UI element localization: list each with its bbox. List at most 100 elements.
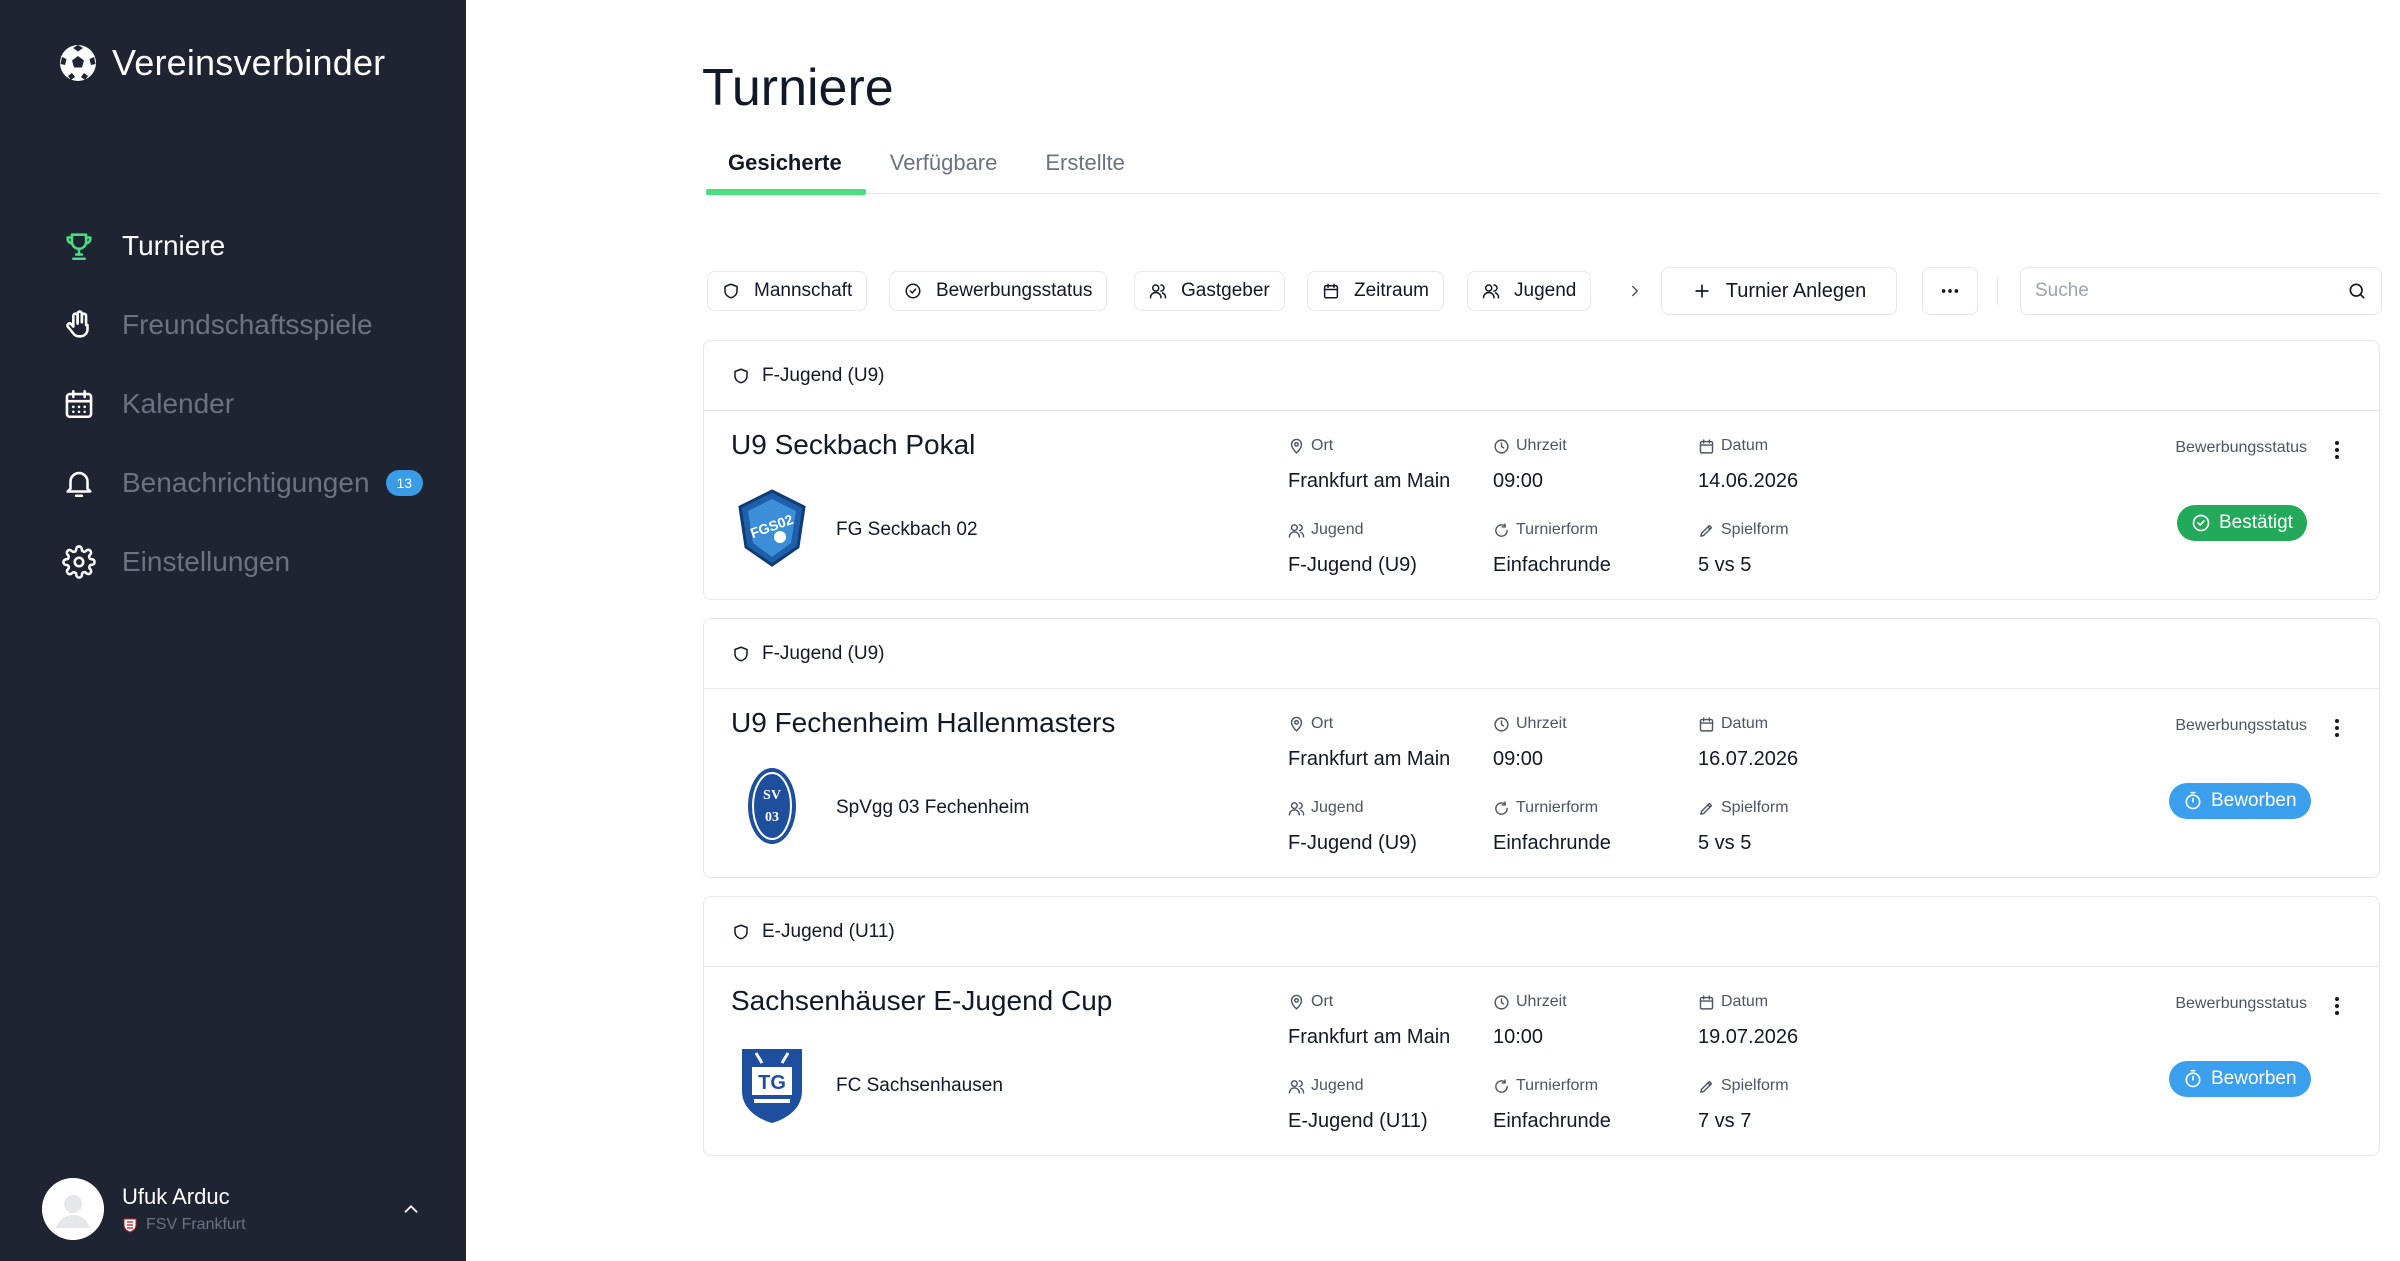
sidebar-item-label: Einstellungen: [122, 545, 291, 577]
field-uhrzeit: Uhrzeit 09:00: [1493, 714, 1567, 771]
turnierform-label: Turnierform: [1516, 521, 1599, 538]
tournament-title[interactable]: Sachsenhäuser E-Jugend Cup: [731, 985, 1112, 1017]
more-options-button[interactable]: [1922, 267, 1978, 315]
users-icon: [1288, 801, 1305, 816]
host-club-name: FG Seckbach 02: [836, 519, 978, 540]
user-placeholder-icon: [42, 1178, 104, 1240]
filter-bewerbungsstatus[interactable]: Bewerbungsstatus: [889, 271, 1108, 311]
search-input[interactable]: [2035, 280, 2347, 302]
field-ort: Ort Frankfurt am Main: [1288, 714, 1450, 771]
tournament-card[interactable]: E-Jugend (U11) Sachsenhäuser E-Jugend Cu…: [703, 896, 2380, 1156]
card-group-header: F-Jugend (U9): [704, 341, 2379, 411]
spielform-value: 5 vs 5: [1698, 832, 1752, 854]
datum-value: 14.06.2026: [1698, 470, 1799, 492]
turnierform-value: Einfachrunde: [1493, 1110, 1611, 1132]
tab-verfuegbare[interactable]: Verfügbare: [866, 146, 1022, 194]
ort-label: Ort: [1311, 715, 1334, 732]
pen-icon: [1700, 1080, 1713, 1093]
more-vertical-icon[interactable]: [2325, 715, 2349, 741]
status-badge-label: Bestätigt: [2219, 512, 2293, 533]
card-group-header: E-Jugend (U11): [704, 897, 2379, 967]
trophy-icon: [60, 227, 98, 265]
tab-erstellte[interactable]: Erstellte: [1021, 146, 1148, 194]
jugend-value: F-Jugend (U9): [1288, 554, 1417, 576]
uhrzeit-value: 09:00: [1493, 470, 1544, 492]
user-club-name: FSV Frankfurt: [146, 1216, 246, 1233]
sidebar-item-label: Freundschaftsspiele: [122, 308, 373, 340]
search-icon[interactable]: [2347, 281, 2367, 301]
turnierform-value: Einfachrunde: [1493, 554, 1611, 576]
clock-icon: [1494, 716, 1509, 732]
tab-gesicherte[interactable]: Gesicherte: [706, 146, 866, 195]
status-label: Bewerbungsstatus: [2175, 439, 2307, 456]
jugend-value: E-Jugend (U11): [1288, 1110, 1428, 1132]
field-datum: Datum 16.07.2026: [1698, 714, 1798, 771]
soccer-ball-icon: [60, 45, 96, 81]
gear-icon: [60, 543, 98, 581]
more-vertical-icon[interactable]: [2325, 993, 2349, 1019]
sidebar-item-einstellungen[interactable]: Einstellungen: [60, 522, 423, 601]
club-logo: TG: [742, 1049, 802, 1123]
bell-icon: [60, 464, 98, 502]
tournament-card[interactable]: F-Jugend (U9) U9 Fechenheim Hallenmaster…: [703, 618, 2380, 878]
stopwatch-icon: [2185, 1069, 2201, 1088]
sidebar-item-benachrichtigungen[interactable]: Benachrichtigungen 13: [60, 443, 424, 522]
filter-label: Zeitraum: [1354, 280, 1429, 301]
field-uhrzeit: Uhrzeit 09:00: [1493, 436, 1567, 493]
filter-label: Mannschaft: [754, 280, 853, 301]
check-circle-icon: [905, 283, 921, 299]
tournament-card[interactable]: F-Jugend (U9) U9 Seckbach Pokal FGS02 FG…: [703, 340, 2380, 600]
ort-value: Frankfurt am Main: [1288, 1026, 1451, 1048]
status-badge: Beworben: [2169, 1061, 2311, 1097]
add-tournament-button[interactable]: Turnier Anlegen: [1661, 267, 1897, 315]
club-logo: FGS02: [738, 489, 806, 567]
chevron-right-icon[interactable]: [1626, 282, 1644, 300]
handshake-icon: [60, 306, 98, 344]
calendar-icon: [1699, 438, 1714, 454]
calendar-icon: [60, 385, 98, 423]
spielform-value: 7 vs 7: [1698, 1110, 1752, 1132]
brand[interactable]: Vereinsverbinder: [58, 42, 385, 84]
sidebar-item-freundschaftsspiele[interactable]: Freundschaftsspiele: [60, 285, 423, 364]
turnierform-value: Einfachrunde: [1493, 832, 1611, 854]
calendar-icon: [1699, 716, 1714, 732]
uhrzeit-value: 09:00: [1493, 748, 1544, 770]
app-name: Vereinsverbinder: [112, 42, 386, 83]
field-jugend: Jugend E-Jugend (U11): [1288, 1076, 1428, 1133]
status-badge-label: Beworben: [2211, 1068, 2297, 1089]
filter-zeitraum[interactable]: Zeitraum: [1307, 271, 1444, 311]
jugend-label: Jugend: [1311, 1077, 1364, 1094]
card-group-label: F-Jugend (U9): [762, 364, 885, 386]
field-uhrzeit: Uhrzeit 10:00: [1493, 992, 1567, 1049]
rotate-icon: [1495, 1078, 1508, 1093]
sidebar-nav: Turniere Freundschaftsspiele Kalender Be…: [60, 206, 424, 601]
field-datum: Datum 14.06.2026: [1698, 436, 1798, 493]
club-crest-icon: [123, 1218, 137, 1233]
filter-mannschaft[interactable]: Mannschaft: [707, 271, 868, 311]
users-icon: [1288, 1079, 1305, 1094]
club-logo: SV 03: [748, 768, 796, 844]
notification-count-badge: 13: [385, 469, 424, 496]
sidebar-item-turniere[interactable]: Turniere: [60, 206, 423, 285]
user-name: Ufuk Arduc: [122, 1184, 230, 1209]
status-label: Bewerbungsstatus: [2175, 995, 2307, 1012]
tab-bar: Gesicherte Verfügbare Erstellte: [706, 146, 2380, 195]
search-box[interactable]: [2020, 267, 2382, 315]
sidebar-item-kalender[interactable]: Kalender: [60, 364, 423, 443]
filter-gastgeber[interactable]: Gastgeber: [1134, 271, 1285, 311]
tournament-title[interactable]: U9 Fechenheim Hallenmasters: [731, 707, 1115, 739]
plus-icon: [1695, 284, 1709, 298]
jugend-value: F-Jugend (U9): [1288, 832, 1417, 854]
chevron-up-icon[interactable]: [400, 1198, 422, 1220]
filter-jugend[interactable]: Jugend: [1467, 271, 1592, 311]
datum-value: 19.07.2026: [1698, 1026, 1799, 1048]
host-club-name: SpVgg 03 Fechenheim: [836, 797, 1030, 818]
tournament-title[interactable]: U9 Seckbach Pokal: [731, 429, 975, 461]
user-menu[interactable]: Ufuk Arduc FSV Frankfurt: [42, 1178, 422, 1240]
datum-label: Datum: [1721, 715, 1769, 732]
field-ort: Ort Frankfurt am Main: [1288, 436, 1450, 493]
more-horizontal-icon: [1941, 289, 1959, 293]
ort-label: Ort: [1311, 993, 1334, 1010]
more-vertical-icon[interactable]: [2325, 437, 2349, 463]
jugend-label: Jugend: [1311, 521, 1364, 538]
